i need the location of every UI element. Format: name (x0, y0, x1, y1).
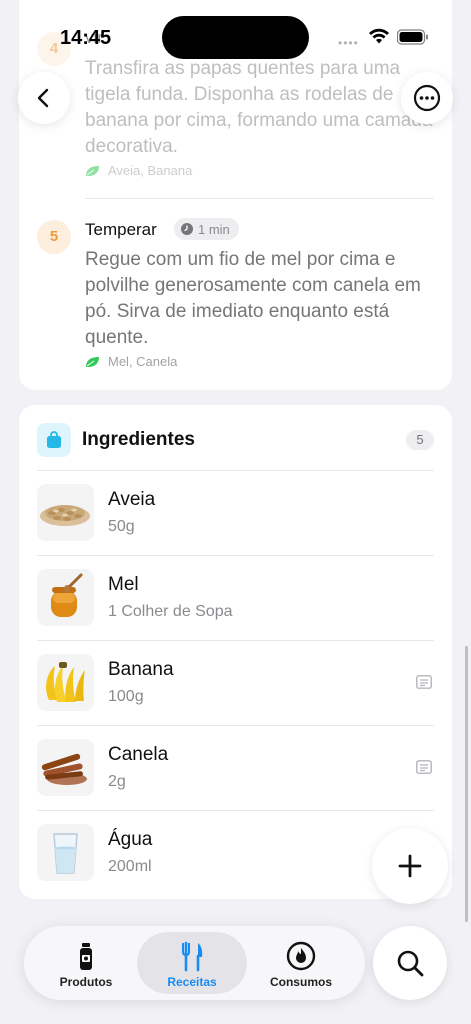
ingredient-name: Aveia (108, 489, 156, 510)
status-bar: 14:45 •••• (0, 0, 471, 60)
ingredient-thumbnail-honey (37, 569, 94, 626)
ingredients-icon-box (37, 423, 71, 457)
plus-icon (398, 854, 422, 878)
ingredient-thumbnail-cinnamon (37, 739, 94, 796)
chevron-left-icon (37, 88, 49, 108)
step-time-chip: 1 min (174, 218, 239, 240)
tab-label: Consumos (269, 975, 332, 989)
ellipsis-circle-icon (413, 84, 441, 112)
shopping-bag-icon (47, 431, 61, 448)
ingredient-row[interactable]: Aveia 50g (19, 470, 452, 555)
back-button[interactable] (18, 72, 70, 124)
tab-bar: Produtos Receitas Consumos (24, 926, 365, 1000)
ingredient-row[interactable]: Canela 2g (19, 725, 452, 810)
scroll-indicator[interactable] (465, 646, 468, 922)
tab-receitas[interactable]: Receitas (137, 932, 247, 994)
signal-icon: •••• (338, 36, 359, 50)
ingredient-thumbnail-water (37, 824, 94, 881)
ingredient-thumbnail-banana (37, 654, 94, 711)
tab-label: Receitas (167, 975, 217, 989)
more-options-button[interactable] (401, 72, 453, 124)
row-divider (37, 470, 434, 471)
leaf-icon (86, 165, 99, 176)
ingredient-name: Banana (108, 659, 174, 680)
note-icon[interactable] (416, 675, 432, 689)
ingredient-name: Água (108, 829, 153, 850)
ingredients-card: Ingredientes 5 Aveia 50g Mel 1 Colher de… (19, 405, 452, 899)
tab-produtos[interactable]: Produtos (31, 932, 141, 994)
ingredient-quantity: 200ml (108, 858, 152, 875)
tab-consumos[interactable]: Consumos (246, 932, 356, 994)
row-divider (37, 555, 434, 556)
step-divider (85, 198, 434, 199)
add-button[interactable] (372, 828, 448, 904)
flame-icon (286, 941, 316, 971)
step-ingredients: Aveia, Banana (85, 163, 192, 178)
battery-icon (397, 29, 428, 45)
search-icon (397, 950, 424, 977)
ingredient-name: Mel (108, 574, 139, 595)
search-button[interactable] (373, 926, 447, 1000)
step-ingredients: Mel, Canela (85, 354, 177, 369)
step-ingredients-text: Aveia, Banana (108, 163, 193, 178)
note-icon[interactable] (416, 760, 432, 774)
row-divider (37, 725, 434, 726)
ingredients-count-badge: 5 (406, 430, 434, 450)
leaf-icon (86, 356, 99, 367)
clock-icon (181, 223, 193, 235)
row-divider (37, 640, 434, 641)
step-ingredients-text: Mel, Canela (108, 354, 178, 369)
ingredients-title: Ingredientes (82, 429, 195, 450)
ingredient-row[interactable]: Banana 100g (19, 640, 452, 725)
step-text: Regue com um fio de mel por cima e polvi… (85, 249, 421, 348)
row-divider (37, 810, 434, 811)
ingredient-quantity: 50g (108, 518, 135, 535)
tab-label: Produtos (59, 975, 113, 989)
ingredients-header: Ingredientes 5 (19, 405, 452, 471)
step-number-badge: 5 (37, 220, 71, 254)
status-time: 14:45 (60, 27, 112, 49)
ingredient-quantity: 100g (108, 688, 144, 705)
step-time-text: 1 min (198, 221, 230, 237)
ingredient-thumbnail-oats (37, 484, 94, 541)
ingredient-name: Canela (108, 744, 169, 765)
dynamic-island (162, 16, 309, 59)
bottle-icon (80, 943, 92, 970)
ingredient-quantity: 2g (108, 773, 126, 790)
step-text: Transfira as papas quentes para uma tige… (85, 58, 433, 157)
ingredient-quantity: 1 Colher de Sopa (108, 603, 233, 620)
fork-knife-icon (182, 941, 203, 972)
step-title: Temperar (85, 220, 157, 239)
ingredient-row[interactable]: Mel 1 Colher de Sopa (19, 555, 452, 640)
wifi-icon (369, 28, 389, 44)
